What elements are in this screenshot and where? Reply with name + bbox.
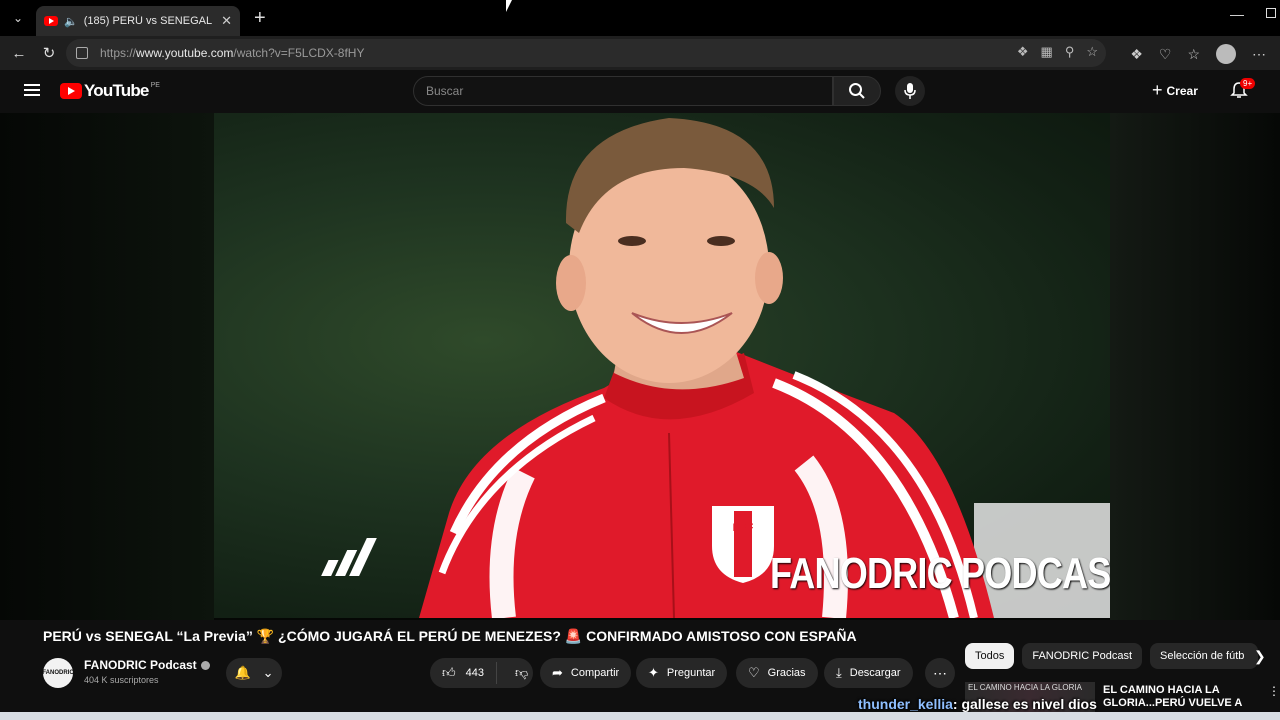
create-button[interactable]: + Crear bbox=[1152, 80, 1198, 101]
ask-label: Preguntar bbox=[666, 667, 716, 679]
player-photo: FPF bbox=[321, 118, 1110, 618]
channel-avatar[interactable]: FANODRIC bbox=[42, 658, 74, 688]
url-field[interactable]: https://www.youtube.com/watch?v=F5LCDX-8… bbox=[66, 39, 1106, 67]
grid-app-icon[interactable]: ▦ bbox=[1041, 44, 1053, 60]
download-label: Descargar bbox=[849, 667, 901, 679]
chat-message: : gallese es nivel dios bbox=[952, 696, 1097, 712]
title-part-3: CONFIRMADO AMISTOSO CON ESPAÑA bbox=[586, 628, 857, 644]
share-button[interactable]: ➦ Compartir bbox=[540, 658, 632, 688]
os-taskbar bbox=[0, 712, 1280, 720]
share-label: Compartir bbox=[570, 667, 620, 679]
extensions-icon[interactable]: ❖ bbox=[1130, 46, 1143, 63]
mouse-cursor-icon bbox=[506, 0, 512, 12]
zoom-icon[interactable]: ⚲ bbox=[1065, 44, 1075, 60]
favorite-star-icon[interactable]: ☆ bbox=[1086, 44, 1098, 60]
player-left-ambient bbox=[0, 113, 214, 620]
super-thanks-icon: ♡ bbox=[748, 665, 760, 680]
chip-all[interactable]: Todos bbox=[965, 643, 1015, 669]
new-tab-icon[interactable]: + bbox=[254, 7, 266, 30]
speaker-icon[interactable]: 🔈 bbox=[64, 15, 78, 28]
siren-icon: 🚨 bbox=[564, 628, 583, 644]
window-minimize-icon[interactable]: — bbox=[1230, 6, 1244, 22]
like-dislike-group: 👍︎ 443 👎︎ bbox=[430, 658, 533, 688]
tab-list-chevron-icon[interactable]: ⌄ bbox=[4, 5, 32, 31]
youtube-logo[interactable]: YouTube PE bbox=[60, 81, 160, 101]
title-part-1: PERÚ vs SENEGAL “La Previa” bbox=[43, 628, 253, 644]
sparkle-icon: ✦ bbox=[648, 665, 659, 680]
video-title: PERÚ vs SENEGAL “La Previa” 🏆 ¿CÓMO JUGA… bbox=[43, 628, 857, 645]
title-part-2: ¿CÓMO JUGARÁ EL PERÚ DE MENEZES? bbox=[278, 628, 561, 644]
youtube-header: YouTube PE + Crear 9+ bbox=[0, 70, 1280, 113]
browser-tab-active[interactable]: 🔈 (185) PERÚ vs SENEGAL "La Pr ✕ bbox=[36, 6, 240, 36]
channel-actions-row: FANODRIC FANODRIC Podcast 404 K suscript… bbox=[42, 656, 963, 690]
recommended-title[interactable]: EL CAMINO HACIA LA GLORIA...PERÚ VUELVE … bbox=[1103, 684, 1253, 710]
download-button[interactable]: ⤓ Descargar bbox=[824, 658, 913, 688]
region-code: PE bbox=[150, 81, 160, 89]
chevron-right-icon[interactable]: ❯ bbox=[1254, 648, 1266, 665]
more-actions-icon[interactable]: ⋯ bbox=[925, 658, 955, 688]
copilot-icon[interactable]: ❖ bbox=[1017, 44, 1029, 60]
notifications-button[interactable]: 9+ bbox=[1230, 78, 1256, 104]
window-maximize-icon[interactable] bbox=[1266, 8, 1276, 18]
share-arrow-icon: ➦ bbox=[552, 665, 563, 680]
thanks-label: Gracias bbox=[767, 667, 806, 679]
chat-overlay: thunder_kellia: gallese es nivel dios bbox=[858, 696, 1097, 712]
bell-ring-icon: 🔔 bbox=[234, 665, 251, 680]
video-player[interactable]: FPF FANODRIC PODCAST bbox=[0, 113, 1280, 620]
recommendation-menu-icon[interactable]: ⋮ bbox=[1268, 684, 1280, 698]
thumbs-down-icon: 👎︎ bbox=[514, 665, 529, 680]
tab-close-icon[interactable]: ✕ bbox=[221, 13, 232, 29]
hamburger-menu-icon[interactable] bbox=[24, 84, 40, 96]
profile-avatar[interactable] bbox=[1216, 44, 1236, 64]
browser-menu-icon[interactable]: ⋯ bbox=[1252, 46, 1266, 63]
subscriber-count: 404 K suscriptores bbox=[84, 675, 159, 685]
back-arrow-icon[interactable]: ← bbox=[4, 45, 34, 62]
video-frame[interactable]: FPF FANODRIC PODCAST bbox=[214, 113, 1110, 618]
tab-title: (185) PERÚ vs SENEGAL "La Pr bbox=[83, 15, 214, 27]
video-watermark: FANODRIC PODCAST bbox=[770, 549, 1110, 598]
search-button[interactable] bbox=[833, 76, 881, 106]
browser-essentials-icon[interactable]: ♡ bbox=[1159, 46, 1172, 63]
collections-icon[interactable]: ☆ bbox=[1187, 46, 1200, 63]
youtube-favicon-icon bbox=[44, 16, 58, 26]
search-input[interactable] bbox=[426, 84, 832, 98]
chat-username: thunder_kellia bbox=[858, 696, 953, 712]
notification-count-badge: 9+ bbox=[1240, 78, 1256, 89]
plus-icon: + bbox=[1152, 80, 1163, 100]
voice-search-button[interactable] bbox=[895, 76, 925, 106]
thumbnail-text: EL CAMINO HACIA LA GLORIA bbox=[968, 683, 1082, 692]
ask-button[interactable]: ✦ Preguntar bbox=[636, 658, 728, 688]
download-icon: ⤓ bbox=[836, 665, 842, 680]
logo-text: YouTube bbox=[84, 81, 149, 100]
search-box bbox=[413, 76, 833, 106]
site-info-icon[interactable] bbox=[76, 47, 88, 59]
chevron-down-icon: ⌄ bbox=[262, 665, 274, 680]
like-button[interactable]: 👍︎ 443 bbox=[430, 662, 497, 684]
thanks-button[interactable]: ♡ Gracias bbox=[736, 658, 818, 688]
reload-icon[interactable]: ↻ bbox=[34, 44, 64, 62]
verified-icon bbox=[200, 661, 210, 671]
subscription-notifications-button[interactable]: 🔔 ⌄ bbox=[226, 658, 282, 688]
trophy-icon: 🏆 bbox=[256, 628, 275, 644]
like-count: 443 bbox=[465, 667, 484, 679]
dislike-button[interactable]: 👎︎ bbox=[505, 665, 528, 681]
browser-tab-bar: ⌄ 🔈 (185) PERÚ vs SENEGAL "La Pr ✕ + — bbox=[0, 0, 1280, 36]
svg-text:FPF: FPF bbox=[733, 522, 754, 534]
chip-channel[interactable]: FANODRIC Podcast bbox=[1022, 643, 1142, 669]
microphone-icon bbox=[904, 83, 916, 99]
related-filter-chips: Todos FANODRIC Podcast Selección de fútb bbox=[965, 643, 1258, 669]
thumbs-up-icon: 👍︎ bbox=[442, 665, 456, 680]
browser-address-bar: ← ↻ https://www.youtube.com/watch?v=F5LC… bbox=[0, 36, 1280, 70]
player-right-ambient bbox=[1110, 113, 1280, 620]
youtube-play-icon bbox=[60, 83, 82, 99]
create-label: Crear bbox=[1166, 83, 1198, 98]
chip-selection[interactable]: Selección de fútb bbox=[1150, 643, 1258, 669]
url-text: https://www.youtube.com/watch?v=F5LCDX-8… bbox=[100, 46, 365, 60]
channel-name[interactable]: FANODRIC Podcast bbox=[84, 658, 210, 672]
search-icon bbox=[849, 83, 865, 99]
